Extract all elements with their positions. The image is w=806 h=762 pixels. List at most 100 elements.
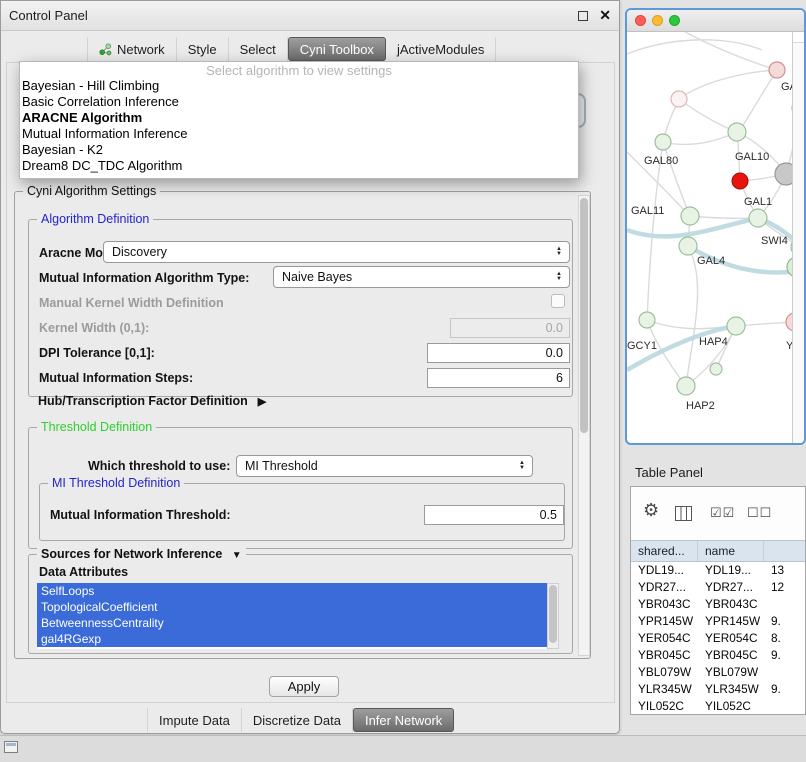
minimize-window-icon[interactable]: [652, 15, 663, 26]
table-header-row: shared...name: [631, 540, 805, 562]
menu-item-dream8-dc-tdc-algorithm[interactable]: Dream8 DC_TDC Algorithm: [20, 158, 578, 174]
select-all-icon[interactable]: ☑☑: [710, 505, 735, 521]
mi-threshold-input[interactable]: 0.5: [424, 505, 564, 525]
zoom-window-icon[interactable]: [669, 15, 680, 26]
network-edge[interactable]: [679, 99, 737, 132]
network-node[interactable]: [727, 317, 745, 335]
column-header-shared[interactable]: shared...: [631, 541, 698, 561]
column-selector-icon[interactable]: [675, 506, 692, 521]
table-row[interactable]: YBL079WYBL079W: [631, 664, 805, 681]
tab-select[interactable]: Select: [229, 37, 288, 61]
mi-steps-input[interactable]: 6: [427, 368, 570, 388]
table-row[interactable]: YBR043CYBR043C: [631, 596, 805, 613]
table-cell: YIL052C: [698, 698, 764, 714]
gear-icon[interactable]: ⚙: [643, 500, 659, 521]
table-row[interactable]: YIL052CYIL052C: [631, 698, 805, 714]
network-scrollbar[interactable]: [792, 32, 804, 443]
manual-kernel-checkbox[interactable]: [551, 294, 565, 308]
network-node[interactable]: [681, 207, 699, 225]
column-header-name[interactable]: name: [698, 541, 764, 561]
dpi-tolerance-input[interactable]: 0.0: [427, 343, 570, 363]
network-node[interactable]: [775, 163, 792, 185]
network-canvas[interactable]: GAL8GAL80GAL10GAL11GAL1SWI4GAL4GCY1HAP4H…: [627, 32, 792, 443]
network-edge[interactable]: [686, 246, 698, 386]
network-node[interactable]: [679, 237, 697, 255]
network-node[interactable]: [710, 363, 722, 375]
network-edge[interactable]: [647, 142, 663, 320]
network-node[interactable]: [671, 91, 687, 107]
network-edge[interactable]: [627, 40, 762, 54]
network-node[interactable]: [732, 173, 748, 189]
aracne-mode-select[interactable]: Discovery ▲ ▼: [103, 241, 570, 263]
network-edge[interactable]: [685, 32, 777, 70]
kernel-width-input[interactable]: 0.0: [450, 318, 570, 338]
deselect-all-icon[interactable]: ☐☐: [747, 505, 772, 521]
data-attributes-label: Data Attributes: [39, 565, 128, 579]
table-row[interactable]: YDL19...YDL19...13: [631, 562, 805, 579]
scrollbar-thumb[interactable]: [580, 198, 588, 433]
control-panel-titlebar: Control Panel ✕: [1, 1, 619, 31]
attributes-list-scrollbar[interactable]: [547, 583, 559, 649]
menu-item-mutual-information-inference[interactable]: Mutual Information Inference: [20, 126, 578, 142]
table-cell: YDR27...: [698, 579, 764, 596]
tab-infer-network[interactable]: Infer Network: [353, 708, 454, 732]
sources-title: Sources for Network Inference: [41, 547, 222, 561]
tab-cyni-toolbox[interactable]: Cyni Toolbox: [288, 37, 386, 61]
settings-scrollbar[interactable]: [578, 195, 590, 656]
field-value: 0.5: [540, 508, 557, 522]
scrollbar-button[interactable]: [793, 32, 804, 43]
tab-jactivemodules[interactable]: jActiveModules: [386, 37, 496, 61]
close-panel-icon[interactable]: ✕: [599, 7, 611, 24]
table-row[interactable]: YDR27...YDR27...12: [631, 579, 805, 596]
tab-style[interactable]: Style: [177, 37, 229, 61]
menu-item-basic-correlation-inference[interactable]: Basic Correlation Inference: [20, 94, 578, 110]
network-edge[interactable]: [663, 132, 737, 144]
tab-discretize-data[interactable]: Discretize Data: [242, 708, 353, 732]
menu-item-bayesian-k2[interactable]: Bayesian - K2: [20, 142, 578, 158]
node-label: GAL8: [781, 81, 792, 93]
hub-definition-expander[interactable]: Hub/Transcription Factor Definition ▶: [38, 394, 266, 408]
network-edge[interactable]: [739, 70, 777, 132]
network-edge[interactable]: [663, 142, 690, 216]
top-tab-bar: NetworkStyleSelect Cyni Toolbox jActiveMod…: [87, 37, 496, 61]
attribute-item-selfloops[interactable]: SelfLoops: [37, 583, 547, 599]
network-view-window[interactable]: GAL8GAL80GAL10GAL11GAL1SWI4GAL4GCY1HAP4H…: [625, 8, 806, 445]
network-node[interactable]: [655, 134, 671, 150]
network-edge[interactable]: [647, 320, 686, 386]
sources-expander[interactable]: Sources for Network Inference ▼: [37, 547, 246, 561]
down-arrow-icon: ▼: [556, 252, 562, 257]
sources-group: Sources for Network Inference ▼ Data Att…: [28, 554, 573, 654]
menu-item-aracne-algorithm[interactable]: ARACNE Algorithm: [20, 110, 578, 126]
field-value: 0.0: [546, 321, 563, 335]
network-node[interactable]: [677, 377, 695, 395]
table-row[interactable]: YPR145WYPR145W9.: [631, 613, 805, 630]
network-node[interactable]: [639, 312, 655, 328]
table-row[interactable]: YLR345WYLR345W9.: [631, 681, 805, 698]
menu-item-bayesian-hill-climbing[interactable]: Bayesian - Hill Climbing: [20, 78, 578, 94]
network-node[interactable]: [749, 209, 767, 227]
apply-button[interactable]: Apply: [269, 676, 339, 697]
attribute-item-betweennesscentrality[interactable]: BetweennessCentrality: [37, 615, 547, 631]
application-desktop: Control Panel ✕ NetworkStyleSelect Cyni T…: [0, 0, 806, 762]
attribute-item-gal4rgexp[interactable]: gal4RGexp: [37, 631, 547, 647]
table-row[interactable]: YBR045CYBR045C9.: [631, 647, 805, 664]
tab-label: Cyni Toolbox: [300, 42, 374, 57]
network-edge[interactable]: [690, 216, 758, 218]
status-strip: [0, 735, 806, 762]
mi-algorithm-type-select[interactable]: Naive Bayes ▲ ▼: [273, 266, 570, 288]
table-cell: [764, 698, 805, 714]
attribute-item-topologicalcoefficient[interactable]: TopologicalCoefficient: [37, 599, 547, 615]
network-node[interactable]: [769, 62, 785, 78]
scrollbar-thumb[interactable]: [549, 585, 557, 643]
restore-panel-icon[interactable]: [4, 741, 18, 753]
column-header-blank[interactable]: [764, 541, 805, 561]
tab-network[interactable]: Network: [87, 37, 177, 61]
mi-threshold-label: Mutual Information Threshold:: [50, 508, 231, 522]
tab-impute-data[interactable]: Impute Data: [147, 708, 242, 732]
table-row[interactable]: YER054CYER054C8.: [631, 630, 805, 647]
threshold-type-select[interactable]: MI Threshold ▲ ▼: [236, 455, 533, 477]
float-panel-icon[interactable]: [578, 11, 588, 21]
close-window-icon[interactable]: [635, 15, 646, 26]
kernel-width-label: Kernel Width (0,1):: [39, 321, 149, 335]
network-node[interactable]: [728, 123, 746, 141]
